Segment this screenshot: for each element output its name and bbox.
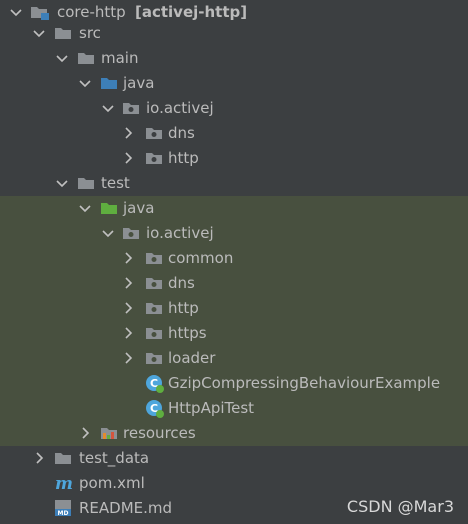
project-tree: core-http [activej-http] src main java i… (0, 0, 468, 524)
test-root-folder-icon (100, 199, 118, 217)
chevron-right-icon[interactable] (120, 275, 136, 291)
module-folder-icon (30, 3, 49, 21)
tree-label: dns (168, 274, 195, 292)
package-icon (145, 124, 163, 142)
package-icon (145, 149, 163, 167)
tree-label: main (101, 49, 139, 67)
chevron-right-icon[interactable] (120, 300, 136, 316)
tree-label: http (168, 299, 199, 317)
tree-row-main[interactable]: main (0, 46, 468, 71)
tree-label: HttpApiTest (168, 399, 255, 417)
module-name: [activej-http] (135, 3, 248, 21)
chevron-down-icon[interactable] (54, 175, 70, 191)
tree-label: http (168, 149, 199, 167)
chevron-right-icon[interactable] (120, 125, 136, 141)
package-icon (122, 224, 140, 242)
package-icon (145, 324, 163, 342)
package-icon (145, 349, 163, 367)
chevron-right-icon[interactable] (31, 450, 47, 466)
svg-text:MD: MD (58, 510, 69, 517)
tree-row-test[interactable]: test (0, 171, 468, 196)
tree-label: common (168, 249, 234, 267)
package-icon (122, 99, 140, 117)
chevron-down-icon[interactable] (54, 50, 70, 66)
markdown-icon: MD (54, 499, 72, 517)
folder-icon (54, 449, 72, 467)
tree-row-main-dns[interactable]: dns (0, 121, 468, 146)
folder-icon (77, 174, 95, 192)
tree-row-test-package[interactable]: io.activej (0, 221, 468, 246)
tree-label: test (101, 174, 130, 192)
tree-row-test-data[interactable]: test_data (0, 446, 468, 471)
watermark: CSDN @Mar3 (346, 497, 454, 516)
chevron-down-icon[interactable] (77, 200, 93, 216)
chevron-right-icon[interactable] (120, 150, 136, 166)
chevron-down-icon[interactable] (100, 225, 116, 241)
tree-label: resources (123, 424, 196, 442)
java-class-icon: C (145, 399, 164, 418)
tree-label: java (123, 74, 155, 92)
chevron-down-icon[interactable] (8, 4, 24, 20)
tree-label: loader (168, 349, 216, 367)
tree-label: src (79, 24, 101, 42)
chevron-right-icon[interactable] (77, 425, 93, 441)
tree-row-test-https[interactable]: https (0, 321, 468, 346)
source-root-folder-icon (100, 74, 118, 92)
project-name: core-http (57, 3, 126, 21)
package-icon (145, 299, 163, 317)
folder-icon (77, 49, 95, 67)
tree-row-resources[interactable]: resources (0, 421, 468, 446)
tree-row-test-dns[interactable]: dns (0, 271, 468, 296)
tree-label: io.activej (146, 99, 214, 117)
tree-label: pom.xml (79, 474, 145, 492)
chevron-down-icon[interactable] (31, 25, 47, 41)
tree-label: GzipCompressingBehaviourExample (168, 374, 441, 392)
tree-label: dns (168, 124, 195, 142)
tree-row-class-httpapi[interactable]: C HttpApiTest (0, 396, 468, 421)
tree-row-src[interactable]: src (0, 21, 468, 46)
tree-row-main-http[interactable]: http (0, 146, 468, 171)
chevron-right-icon[interactable] (120, 250, 136, 266)
tree-row-test-loader[interactable]: loader (0, 346, 468, 371)
chevron-down-icon[interactable] (100, 100, 116, 116)
package-icon (145, 274, 163, 292)
folder-icon (54, 24, 72, 42)
tree-row-test-java[interactable]: java (0, 196, 468, 221)
resources-folder-icon (100, 424, 118, 442)
java-class-icon: C (145, 374, 164, 393)
tree-label: java (123, 199, 155, 217)
tree-row-pom[interactable]: m pom.xml (0, 471, 468, 496)
tree-label: README.md (79, 499, 173, 517)
tree-label: io.activej (146, 224, 214, 242)
tree-row-main-java[interactable]: java (0, 71, 468, 96)
tree-label: test_data (79, 449, 150, 467)
maven-icon: m (54, 474, 73, 492)
package-icon (145, 249, 163, 267)
tree-row-main-package[interactable]: io.activej (0, 96, 468, 121)
tree-row-test-http[interactable]: http (0, 296, 468, 321)
svg-text:m: m (55, 474, 73, 492)
tree-row-class-gzip[interactable]: C GzipCompressingBehaviourExample (0, 371, 468, 396)
tree-label: https (168, 324, 207, 342)
tree-row-test-common[interactable]: common (0, 246, 468, 271)
chevron-right-icon[interactable] (120, 350, 136, 366)
chevron-down-icon[interactable] (77, 75, 93, 91)
chevron-right-icon[interactable] (120, 325, 136, 341)
